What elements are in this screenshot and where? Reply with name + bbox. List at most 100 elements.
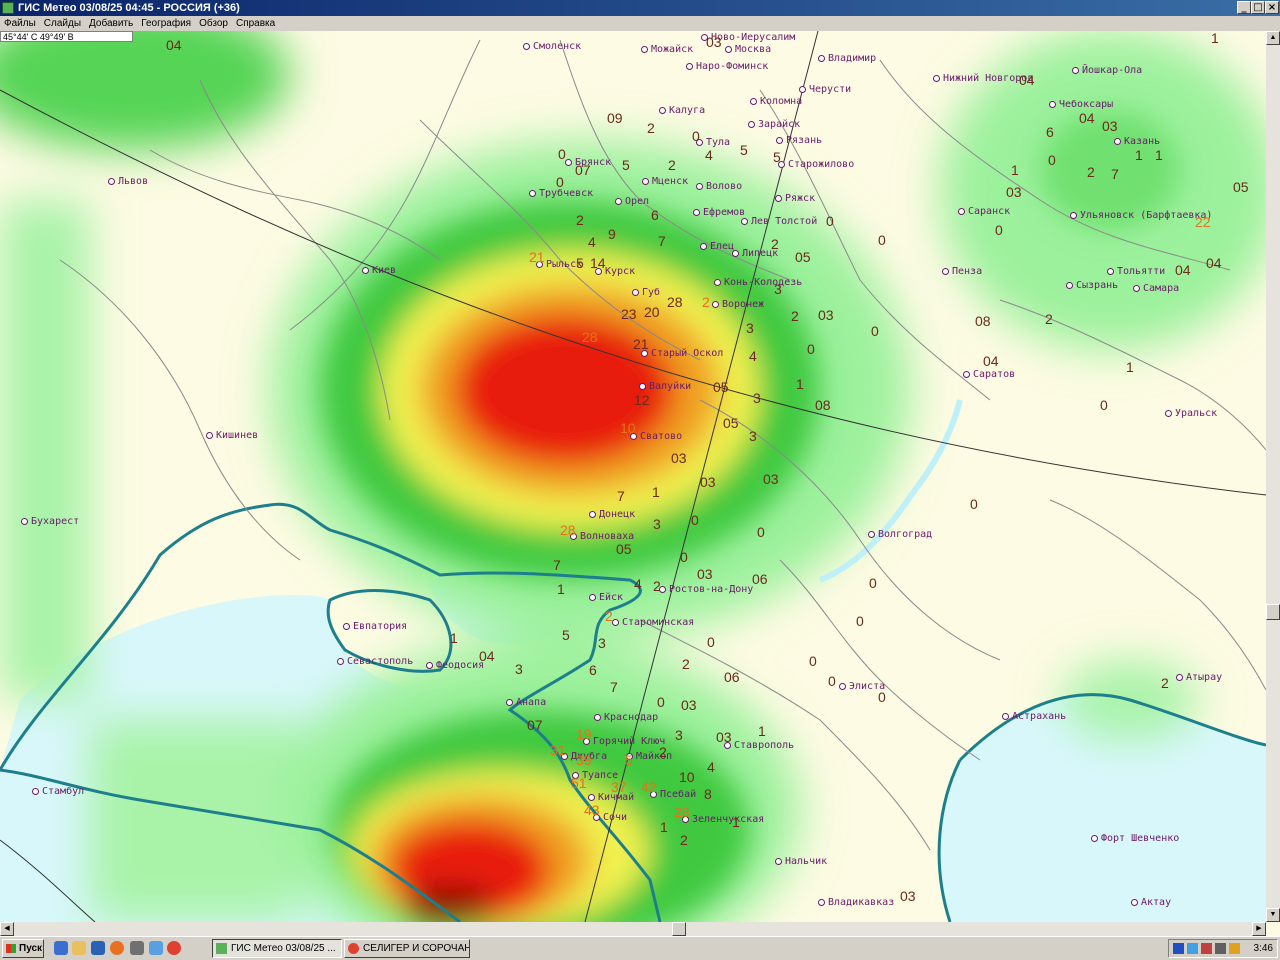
precip-value: 0: [878, 232, 886, 248]
horizontal-scrollbar[interactable]: ◀ ▶: [0, 922, 1266, 936]
city-label[interactable]: Ростов-на-Дону: [659, 584, 753, 595]
menu-geography[interactable]: География: [137, 16, 195, 31]
city-label[interactable]: Валуйки: [639, 381, 691, 392]
city-label[interactable]: Волгоград: [868, 529, 932, 540]
city-label[interactable]: Донецк: [589, 509, 635, 520]
city-label[interactable]: Губ: [632, 287, 660, 298]
city-label[interactable]: Анапа: [506, 697, 546, 708]
city-label[interactable]: Орел: [615, 196, 649, 207]
city-label[interactable]: Саратов: [963, 369, 1015, 380]
city-label[interactable]: Нальчик: [775, 856, 827, 867]
city-name: Владикавказ: [828, 897, 895, 908]
city-label[interactable]: Смоленск: [523, 41, 581, 52]
volume-icon[interactable]: [1215, 943, 1226, 954]
city-label[interactable]: Черусти: [799, 84, 851, 95]
precip-value: 0: [657, 694, 665, 710]
ie-icon[interactable]: [54, 941, 68, 955]
city-label[interactable]: Ставрополь: [724, 740, 794, 751]
city-label[interactable]: Сватово: [630, 431, 682, 442]
scroll-left-button[interactable]: ◀: [0, 922, 14, 936]
scroll-up-button[interactable]: ▲: [1266, 31, 1280, 45]
media-icon[interactable]: [149, 941, 163, 955]
city-label[interactable]: Елец: [700, 241, 734, 252]
city-label[interactable]: Можайск: [641, 44, 693, 55]
city-label[interactable]: Наро-Фоминск: [686, 61, 768, 72]
city-label[interactable]: Севастополь: [337, 656, 413, 667]
city-label[interactable]: Мценск: [642, 176, 688, 187]
city-name: Йошкар-Ола: [1082, 65, 1143, 76]
task-gis-meteo[interactable]: ГИС Метео 03/08/25 ...: [212, 939, 342, 958]
menu-slides[interactable]: Слайды: [40, 16, 85, 31]
menu-add[interactable]: Добавить: [85, 16, 137, 31]
maximize-button[interactable]: □: [1251, 1, 1265, 14]
network-icon[interactable]: [1187, 943, 1198, 954]
city-label[interactable]: Горячий Ключ: [583, 736, 665, 747]
city-label[interactable]: Уральск: [1165, 408, 1217, 419]
scroll-down-button[interactable]: ▼: [1266, 908, 1280, 922]
menu-help[interactable]: Справка: [232, 16, 279, 31]
city-label[interactable]: Кишинев: [206, 430, 258, 441]
city-label[interactable]: Евпатория: [343, 621, 407, 632]
city-label[interactable]: Ульяновск (Барфтаевка): [1070, 210, 1212, 221]
city-label[interactable]: Краснодар: [594, 712, 658, 723]
city-label[interactable]: Тула: [696, 137, 730, 148]
city-label[interactable]: Старый Оскол: [641, 348, 723, 359]
city-label[interactable]: Форт Шевченко: [1091, 833, 1179, 844]
firefox-icon[interactable]: [110, 941, 124, 955]
precip-value: 03: [763, 471, 779, 487]
city-label[interactable]: Пенза: [942, 266, 982, 277]
city-label[interactable]: Йошкар-Ола: [1072, 65, 1142, 76]
chrome-icon[interactable]: [167, 941, 181, 955]
city-label[interactable]: Самара: [1133, 283, 1179, 294]
city-label[interactable]: Феодосия: [426, 660, 484, 671]
window-titlebar[interactable]: ГИС Метео 03/08/25 04:45 - РОССИЯ (+36) …: [0, 0, 1280, 16]
city-label[interactable]: Волово: [696, 181, 742, 192]
city-label[interactable]: Саранск: [958, 206, 1010, 217]
vertical-scrollbar[interactable]: ▲ ▼: [1266, 31, 1280, 922]
antivirus-icon[interactable]: [1201, 943, 1212, 954]
folder-icon[interactable]: [72, 941, 86, 955]
city-label[interactable]: Львов: [108, 176, 148, 187]
city-label[interactable]: Лев Толстой: [741, 216, 817, 227]
city-label[interactable]: Зарайск: [748, 119, 800, 130]
city-label[interactable]: Воронеж: [712, 299, 764, 310]
horizontal-scroll-thumb[interactable]: [672, 922, 686, 936]
city-label[interactable]: Актау: [1131, 897, 1171, 908]
city-label[interactable]: Ейск: [589, 592, 623, 603]
city-label[interactable]: Атырау: [1176, 672, 1222, 683]
update-icon[interactable]: [1229, 943, 1240, 954]
city-label[interactable]: Владимир: [818, 53, 876, 64]
start-button[interactable]: Пуск: [2, 939, 44, 958]
city-label[interactable]: Старожилово: [778, 159, 854, 170]
desktop-icon[interactable]: [91, 941, 105, 955]
city-label[interactable]: Москва: [725, 44, 771, 55]
menu-view[interactable]: Обзор: [195, 16, 232, 31]
city-label[interactable]: Рязань: [776, 135, 822, 146]
city-label[interactable]: Владикавказ: [818, 897, 894, 908]
weather-map[interactable]: Смоленск Ново-Иерусалим Москва Можайск Наро-…: [0, 31, 1266, 922]
city-label[interactable]: Чебоксары: [1049, 99, 1113, 110]
scroll-right-button[interactable]: ▶: [1252, 922, 1266, 936]
city-label[interactable]: Тольятти: [1107, 266, 1165, 277]
city-label[interactable]: Киев: [362, 265, 396, 276]
city-label[interactable]: Зеленчукская: [682, 814, 764, 825]
city-label[interactable]: Стамбул: [32, 786, 84, 797]
city-label[interactable]: Староминская: [612, 617, 694, 628]
city-name: Можайск: [651, 44, 694, 55]
city-label[interactable]: Калуга: [659, 105, 705, 116]
vertical-scroll-thumb[interactable]: [1266, 604, 1280, 620]
menu-file[interactable]: Файлы: [0, 16, 40, 31]
app-shortcut-icon[interactable]: [130, 941, 144, 955]
task-chrome[interactable]: СЕЛИГЕР И СОРОЧАНЫ ...: [344, 939, 470, 958]
minimize-button[interactable]: _: [1237, 1, 1251, 14]
city-label[interactable]: Ефремов: [693, 207, 745, 218]
city-label[interactable]: Бухарест: [21, 516, 79, 527]
city-label[interactable]: Казань: [1114, 136, 1160, 147]
city-label[interactable]: Ряжск: [775, 193, 815, 204]
city-label[interactable]: Сызрань: [1066, 280, 1118, 291]
city-label[interactable]: Астрахань: [1002, 711, 1066, 722]
language-icon[interactable]: [1173, 943, 1184, 954]
city-label[interactable]: Коломна: [750, 96, 802, 107]
city-label[interactable]: Конь-Колодезь: [714, 277, 802, 288]
close-button[interactable]: ×: [1265, 1, 1279, 14]
